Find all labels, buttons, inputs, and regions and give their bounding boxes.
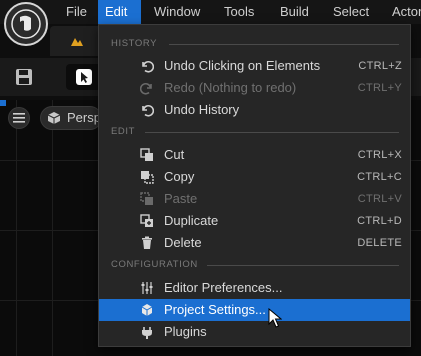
plugins-label: Plugins [164, 324, 207, 339]
sliders-icon [139, 280, 155, 296]
menu-item-copy[interactable]: Copy CTRL+C [99, 166, 410, 188]
undo-history-label: Undo History [164, 102, 240, 117]
perspective-button[interactable]: Perspective [40, 106, 102, 130]
menu-item-cut[interactable]: Cut CTRL+X [99, 144, 410, 166]
copy-label: Copy [164, 169, 195, 184]
cube-icon [47, 112, 61, 124]
menu-item-duplicate[interactable]: Duplicate CTRL+D [99, 210, 410, 232]
editor-preferences-label: Editor Preferences... [164, 280, 283, 295]
menu-build[interactable]: Build [273, 0, 316, 24]
history-icon [139, 102, 155, 118]
section-divider [169, 44, 399, 45]
project-settings-label: Project Settings... [164, 302, 266, 317]
viewport-focus-marker [0, 100, 6, 106]
menu-item-project-settings[interactable]: Project Settings... [99, 299, 410, 321]
menu-select[interactable]: Select [326, 0, 376, 24]
viewport-options-button[interactable] [8, 107, 30, 129]
section-history-label: HISTORY [111, 38, 158, 49]
unreal-logo[interactable] [4, 2, 48, 46]
select-mode-button[interactable] [66, 64, 102, 90]
section-edit-label: EDIT [111, 126, 136, 137]
menu-item-paste[interactable]: Paste CTRL+V [99, 188, 410, 210]
mouse-cursor-icon [268, 308, 282, 328]
delete-shortcut: DELETE [357, 237, 402, 249]
menu-item-undo[interactable]: Undo Clicking on Elements CTRL+Z [99, 55, 410, 77]
menu-file[interactable]: File [59, 0, 94, 24]
save-button[interactable] [12, 66, 36, 88]
edit-menu-dropdown: HISTORY Undo Clicking on Elements CTRL+Z… [98, 24, 411, 347]
save-icon [16, 69, 32, 85]
paste-icon [139, 191, 155, 207]
undo-shortcut: CTRL+Z [358, 60, 402, 72]
section-divider [145, 132, 399, 133]
select-mode-icon [76, 69, 92, 85]
duplicate-shortcut: CTRL+D [357, 215, 402, 227]
plugins-icon [139, 324, 155, 340]
section-configuration-label: CONFIGURATION [111, 259, 198, 270]
redo-icon [139, 80, 155, 96]
menu-item-delete[interactable]: Delete DELETE [99, 232, 410, 254]
copy-icon [139, 169, 155, 185]
level-icon [71, 38, 83, 46]
undo-icon [139, 58, 155, 74]
duplicate-label: Duplicate [164, 213, 219, 228]
menu-item-redo[interactable]: Redo (Nothing to redo) CTRL+Y [99, 77, 410, 99]
menu-window[interactable]: Window [147, 0, 207, 24]
redo-label: Redo (Nothing to redo) [164, 80, 297, 95]
menu-item-undo-history[interactable]: Undo History [99, 99, 410, 121]
undo-label: Undo Clicking on Elements [164, 58, 321, 73]
cut-shortcut: CTRL+X [357, 149, 402, 161]
perspective-label: Perspective [67, 110, 101, 125]
menu-actor[interactable]: Actor [385, 0, 421, 24]
duplicate-icon [139, 213, 155, 229]
delete-label: Delete [164, 235, 202, 250]
section-divider [207, 265, 399, 266]
menu-tools[interactable]: Tools [217, 0, 261, 24]
trash-icon [139, 235, 155, 251]
menu-item-plugins[interactable]: Plugins [99, 321, 410, 343]
cut-label: Cut [164, 147, 185, 162]
project-settings-icon [139, 302, 155, 318]
paste-shortcut: CTRL+V [357, 193, 402, 205]
menu-edit[interactable]: Edit [98, 0, 141, 24]
paste-label: Paste [164, 191, 198, 206]
menu-item-editor-preferences[interactable]: Editor Preferences... [99, 277, 410, 299]
hamburger-icon [13, 113, 25, 123]
redo-shortcut: CTRL+Y [357, 82, 402, 94]
copy-shortcut: CTRL+C [357, 171, 402, 183]
cut-icon [139, 147, 155, 163]
